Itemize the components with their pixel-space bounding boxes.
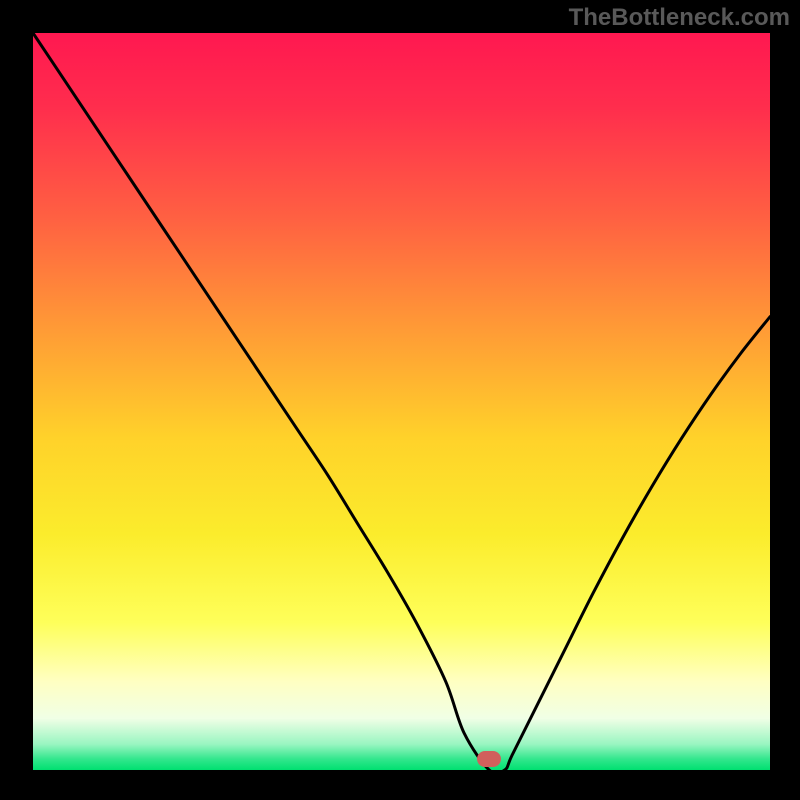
optimal-point-marker: [477, 751, 501, 767]
watermark-text: TheBottleneck.com: [569, 4, 790, 32]
curve-layer: [33, 33, 770, 770]
chart-container: TheBottleneck.com: [0, 0, 800, 800]
plot-area: [33, 33, 770, 770]
bottleneck-curve: [33, 33, 770, 770]
